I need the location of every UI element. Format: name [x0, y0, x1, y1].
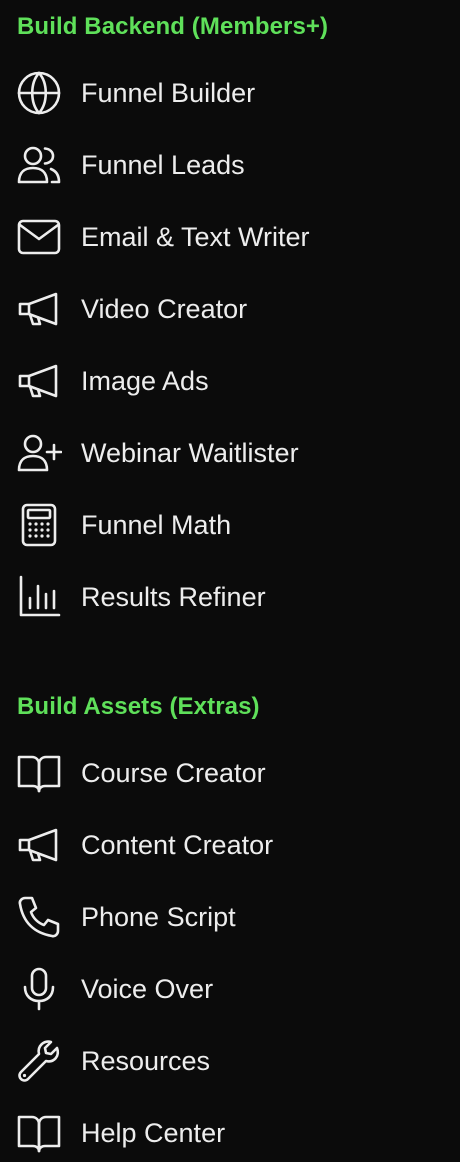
sidebar-item-funnel-builder[interactable]: Funnel Builder: [0, 62, 460, 122]
sidebar-item-label: Funnel Math: [81, 510, 232, 540]
sidebar-nav: Build Backend (Members+) Funnel Builder …: [0, 0, 460, 1162]
sidebar-item-label: Video Creator: [81, 294, 248, 324]
sidebar-item-label: Resources: [81, 1046, 211, 1076]
sidebar-item-label: Phone Script: [81, 902, 236, 932]
sidebar-item-resources[interactable]: Resources: [0, 1030, 460, 1090]
sidebar-item-email-text-writer[interactable]: Email & Text Writer: [0, 206, 460, 266]
sidebar-item-voice-over[interactable]: Voice Over: [0, 958, 460, 1018]
sidebar-item-label: Image Ads: [81, 366, 209, 396]
sidebar-item-label: Content Creator: [81, 830, 274, 860]
user-plus-icon: [16, 430, 62, 476]
section-title-build-assets: Build Assets (Extras): [17, 693, 260, 720]
sidebar-item-label: Email & Text Writer: [81, 222, 310, 252]
megaphone-icon: [16, 822, 62, 868]
sidebar-item-image-ads[interactable]: Image Ads: [0, 350, 460, 410]
wrench-icon: [16, 1038, 62, 1084]
globe-icon: [16, 70, 62, 116]
sidebar-item-funnel-math[interactable]: Funnel Math: [0, 494, 460, 554]
sidebar-item-course-creator[interactable]: Course Creator: [0, 742, 460, 802]
sidebar-item-content-creator[interactable]: Content Creator: [0, 814, 460, 874]
sidebar-item-label: Webinar Waitlister: [81, 438, 299, 468]
microphone-icon: [16, 966, 62, 1012]
book-open-icon: [16, 1110, 62, 1156]
sidebar-item-label: Results Refiner: [81, 582, 266, 612]
sidebar-item-funnel-leads[interactable]: Funnel Leads: [0, 134, 460, 194]
sidebar-item-label: Funnel Leads: [81, 150, 245, 180]
calculator-icon: [16, 502, 62, 548]
bar-chart-icon: [16, 574, 62, 620]
book-open-icon: [16, 750, 62, 796]
sidebar-item-phone-script[interactable]: Phone Script: [0, 886, 460, 946]
sidebar-item-help-center[interactable]: Help Center: [0, 1102, 460, 1162]
users-icon: [16, 142, 62, 188]
sidebar-item-webinar-waitlister[interactable]: Webinar Waitlister: [0, 422, 460, 482]
section-title-build-backend: Build Backend (Members+): [17, 13, 329, 40]
megaphone-icon: [16, 358, 62, 404]
phone-icon: [16, 894, 62, 940]
sidebar-item-label: Course Creator: [81, 758, 266, 788]
sidebar-item-video-creator[interactable]: Video Creator: [0, 278, 460, 338]
sidebar-item-label: Funnel Builder: [81, 78, 256, 108]
sidebar-item-label: Help Center: [81, 1118, 226, 1148]
megaphone-icon: [16, 286, 62, 332]
envelope-icon: [16, 214, 62, 260]
sidebar-item-results-refiner[interactable]: Results Refiner: [0, 566, 460, 626]
sidebar-item-label: Voice Over: [81, 974, 214, 1004]
